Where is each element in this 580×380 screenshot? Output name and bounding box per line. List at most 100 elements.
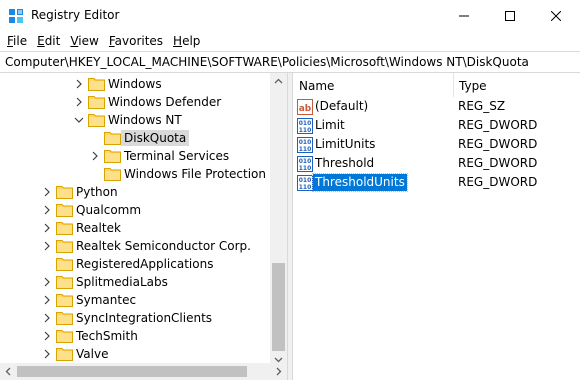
tree-item-label: Valve (76, 347, 109, 361)
svg-text:010: 010 (299, 120, 312, 127)
tree-item[interactable]: DiskQuota (0, 129, 270, 147)
column-header-name[interactable]: Name (293, 73, 453, 97)
chevron-right-icon[interactable] (41, 312, 53, 324)
tree-item-label: Realtek (76, 221, 121, 235)
menu-help[interactable]: Help (168, 31, 205, 51)
svg-text:110: 110 (299, 165, 312, 172)
value-type: REG_DWORD (458, 137, 538, 151)
value-name: LimitUnits (315, 137, 376, 151)
folder-icon (88, 114, 105, 127)
tree-item[interactable]: RegisteredApplications (0, 255, 270, 273)
folder-icon (56, 312, 73, 325)
tree-item[interactable]: Windows Defender (0, 93, 270, 111)
folder-icon (56, 204, 73, 217)
menu-favorites[interactable]: Favorites (104, 31, 168, 51)
chevron-right-icon[interactable] (41, 204, 53, 216)
tree-item-label: Windows NT (108, 113, 182, 127)
maximize-icon (505, 10, 515, 21)
binary-value-icon: 010110 (297, 137, 313, 153)
tree-item[interactable]: Windows NT (0, 111, 270, 129)
tree-horizontal-scroll-thumb[interactable] (17, 366, 247, 377)
tree-item[interactable]: Symantec (0, 291, 270, 309)
chevron-down-icon[interactable] (73, 114, 85, 126)
tree-vertical-scrollbar[interactable] (270, 73, 287, 368)
tree-item-label: SplitmediaLabs (76, 275, 168, 289)
minimize-icon (459, 15, 469, 16)
folder-icon (56, 258, 73, 271)
tree-item[interactable]: Realtek Semiconductor Corp. (0, 237, 270, 255)
chevron-right-icon[interactable] (41, 276, 53, 288)
chevron-right-icon[interactable] (41, 186, 53, 198)
menu-file[interactable]: File (0, 31, 32, 51)
scroll-left-arrow-icon[interactable] (4, 367, 13, 376)
tree-horizontal-scrollbar[interactable] (0, 363, 287, 380)
chevron-right-icon[interactable] (41, 348, 53, 360)
tree-item-label: Windows Defender (108, 95, 222, 109)
menu-help-mnemonic: H (173, 34, 183, 48)
list-item[interactable]: 010 110 LimitUnits REG_DWORD (293, 135, 580, 154)
column-header-type[interactable]: Type (453, 73, 580, 97)
menu-favorites-label: avorites (114, 34, 164, 48)
chevron-right-icon[interactable] (41, 240, 53, 252)
list-item[interactable]: ab (Default) REG_SZ (293, 97, 580, 116)
folder-icon (56, 222, 73, 235)
svg-text:110: 110 (299, 127, 312, 134)
tree-item[interactable]: SplitmediaLabs (0, 273, 270, 291)
tree-item-label: Windows (108, 77, 162, 91)
binary-value-icon: 010110 (297, 175, 313, 191)
list-item[interactable]: 010 110 ThresholdUnits REG_DWORD (293, 173, 580, 192)
chevron-right-icon[interactable] (41, 222, 53, 234)
value-type: REG_DWORD (458, 175, 538, 189)
value-type: REG_SZ (458, 99, 506, 113)
tree-item-label: Python (76, 185, 118, 199)
menu-view-label: iew (78, 34, 99, 48)
folder-icon (88, 78, 105, 91)
tree-item[interactable]: Valve (0, 345, 270, 363)
list-item[interactable]: 010 110 Threshold REG_DWORD (293, 154, 580, 173)
svg-text:010: 010 (299, 177, 312, 184)
chevron-right-icon[interactable] (73, 78, 85, 90)
scroll-up-arrow-icon[interactable] (274, 77, 283, 86)
tree-item[interactable]: TechSmith (0, 327, 270, 345)
svg-text:010: 010 (299, 158, 312, 165)
tree-item-label: SyncIntegrationClients (76, 311, 213, 325)
tree-item[interactable]: Python (0, 183, 270, 201)
value-name: Threshold (315, 156, 375, 170)
close-button[interactable] (533, 0, 579, 31)
folder-icon (56, 240, 73, 253)
tree-item[interactable]: Terminal Services (0, 147, 270, 165)
tree-item-label: DiskQuota (121, 130, 190, 146)
tree-vertical-scroll-thumb[interactable] (272, 263, 285, 351)
close-icon (551, 10, 561, 21)
binary-value-icon: 010110 (297, 118, 313, 134)
menu-edit-label: dit (44, 34, 61, 48)
value-name: Limit (315, 118, 345, 132)
svg-text:110: 110 (299, 184, 312, 191)
scroll-right-arrow-icon[interactable] (274, 367, 283, 376)
folder-icon (88, 96, 105, 109)
list-item[interactable]: 010 110 Limit REG_DWORD (293, 116, 580, 135)
window-title: Registry Editor (31, 8, 120, 22)
tree-item[interactable]: Qualcomm (0, 201, 270, 219)
tree-item[interactable]: Realtek (0, 219, 270, 237)
tree-item[interactable]: Windows (0, 75, 270, 93)
tree-item[interactable]: SyncIntegrationClients (0, 309, 270, 327)
menu-file-label: ile (13, 34, 28, 48)
chevron-right-icon[interactable] (41, 330, 53, 342)
tree-item-label: Symantec (76, 293, 137, 307)
minimize-button[interactable] (441, 0, 487, 31)
menu-view[interactable]: View (65, 31, 103, 51)
folder-icon (104, 150, 121, 163)
chevron-right-icon[interactable] (41, 294, 53, 306)
tree-item-label: Windows File Protection (124, 167, 266, 181)
tree-item-label: Qualcomm (76, 203, 142, 217)
value-type: REG_DWORD (458, 118, 538, 132)
tree-item-label: RegisteredApplications (76, 257, 214, 271)
menu-edit[interactable]: Edit (32, 31, 65, 51)
maximize-button[interactable] (487, 0, 533, 31)
chevron-right-icon[interactable] (73, 96, 85, 108)
chevron-right-icon[interactable] (89, 150, 101, 162)
tree-item[interactable]: Windows File Protection (0, 165, 270, 183)
tree-item-label: TechSmith (76, 329, 138, 343)
address-bar[interactable]: Computer\HKEY_LOCAL_MACHINE\SOFTWARE\Pol… (0, 51, 580, 73)
